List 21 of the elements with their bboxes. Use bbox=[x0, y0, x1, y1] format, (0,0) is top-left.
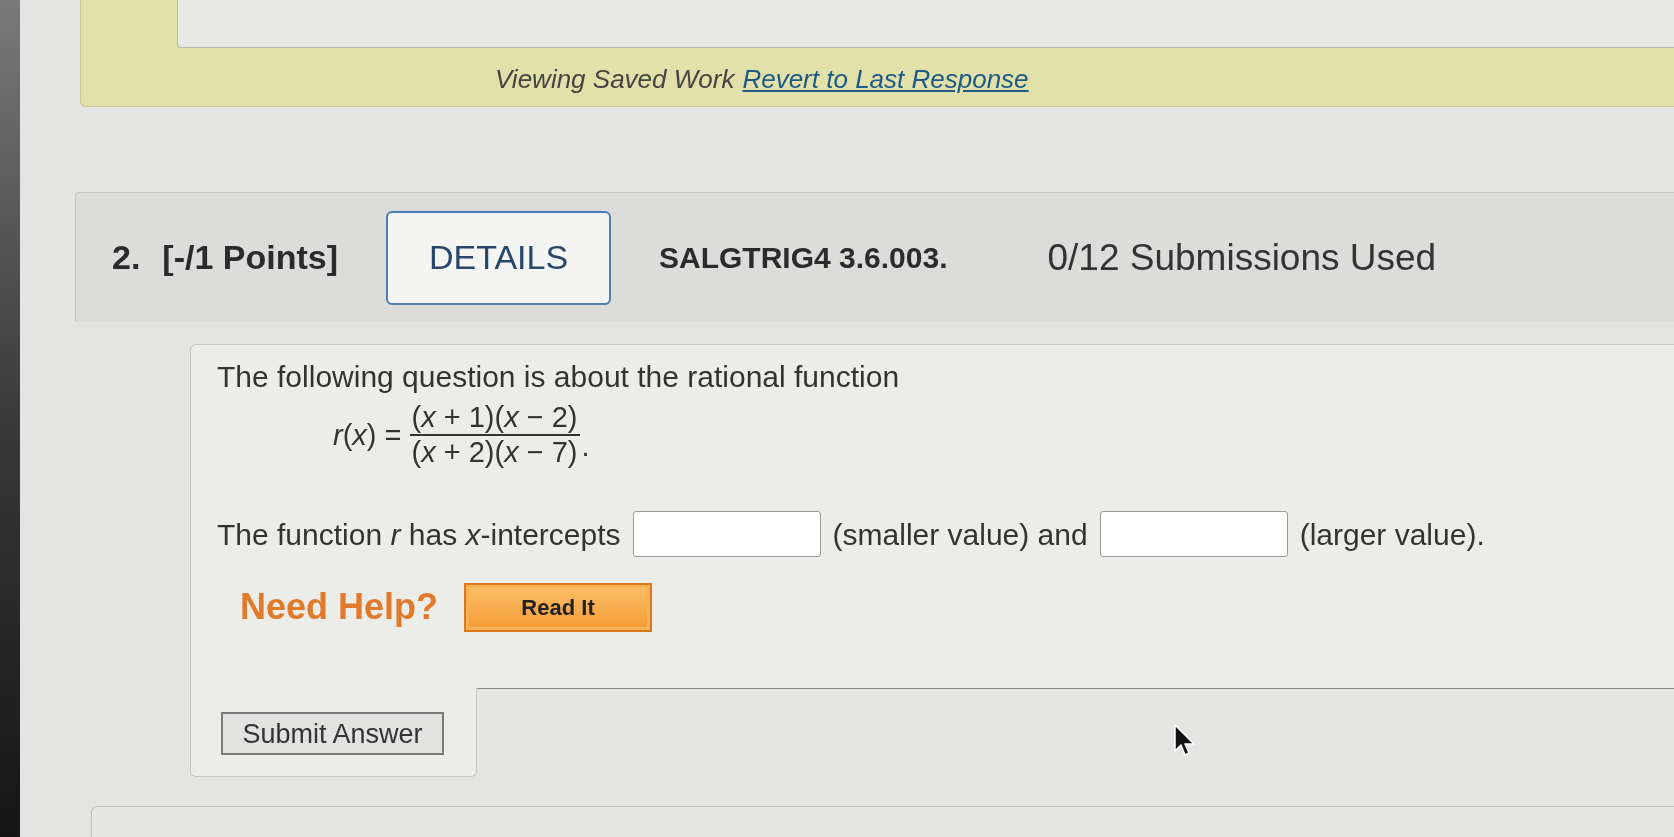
submit-answer-button[interactable]: Submit Answer bbox=[221, 712, 444, 755]
question-number: 2. bbox=[112, 237, 141, 278]
formula-period: . bbox=[581, 430, 590, 463]
details-button[interactable]: DETAILS bbox=[386, 210, 612, 305]
need-help-label: Need Help? bbox=[240, 585, 439, 629]
denominator: (x + 2)(x − 7) bbox=[410, 436, 579, 469]
function-label: r(x) = bbox=[333, 418, 402, 452]
cursor-icon bbox=[1174, 724, 1196, 757]
submissions-count: 0/12 Submissions Used bbox=[1047, 235, 1437, 280]
problem-id: SALGTRIG4 3.6.003. bbox=[659, 240, 948, 276]
read-it-button[interactable]: Read It bbox=[464, 582, 653, 632]
answer-box[interactable] bbox=[632, 511, 821, 557]
prompt-text: (smaller value) and bbox=[832, 516, 1088, 553]
prompt-text: (larger value). bbox=[1299, 516, 1485, 553]
answer-box[interactable] bbox=[1099, 511, 1288, 557]
points-label: [-/1 Points] bbox=[162, 237, 339, 278]
revert-link[interactable]: Revert to Last Response bbox=[742, 64, 1029, 94]
prompt-text: The function r has x-intercepts bbox=[217, 516, 621, 553]
question-text: The following question is about the rational function bbox=[217, 359, 900, 395]
numerator: (x + 1)(x − 2) bbox=[410, 401, 579, 434]
status-text: Viewing Saved Work bbox=[495, 64, 735, 94]
